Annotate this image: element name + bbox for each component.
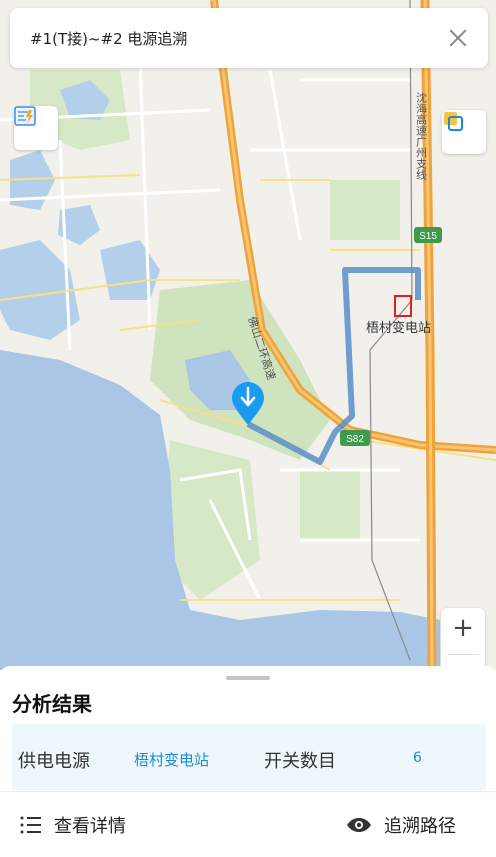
- analysis-panel: 分析结果 供电电源 梧村变电站 开关数目 6 查看详情 追溯路径: [0, 666, 496, 857]
- power-layer-button[interactable]: [14, 106, 58, 150]
- layers-icon: [444, 112, 463, 131]
- zoom-control: +: [441, 608, 485, 670]
- view-details-label: 查看详情: [54, 816, 126, 837]
- road-badge-s82: S82: [340, 430, 370, 446]
- power-layer-icon: [14, 106, 36, 126]
- svg-text:S82: S82: [346, 434, 364, 445]
- list-icon: [20, 816, 41, 834]
- zoom-in-button[interactable]: +: [441, 608, 485, 650]
- switch-count-value[interactable]: 6: [413, 750, 422, 766]
- substation-label: 梧村变电站: [366, 320, 431, 336]
- layer-switch-button[interactable]: [442, 110, 486, 154]
- power-source-label: 供电电源: [18, 751, 90, 772]
- drag-handle[interactable]: [226, 676, 270, 680]
- view-details-button[interactable]: 查看详情: [20, 812, 126, 838]
- close-icon[interactable]: [446, 26, 470, 50]
- trace-path-label: 追溯路径: [384, 816, 456, 837]
- panel-title: 分析结果: [12, 692, 92, 716]
- road-label-shenhai: 沈海高速广州支线: [415, 91, 428, 180]
- switch-count-label: 开关数目: [264, 751, 336, 772]
- page-title: #1(T接)~#2 电源追溯: [30, 29, 188, 48]
- power-source-value[interactable]: 梧村变电站: [134, 749, 209, 770]
- svg-text:S15: S15: [419, 231, 437, 242]
- title-bar: #1(T接)~#2 电源追溯: [10, 8, 488, 68]
- zoom-divider: [447, 654, 479, 655]
- map-canvas: S15 S82 沈海高速广州支线 佛山二环高速 梧村变电站: [0, 0, 496, 670]
- trace-path-button[interactable]: 追溯路径: [346, 812, 456, 838]
- map-view[interactable]: S15 S82 沈海高速广州支线 佛山二环高速 梧村变电站 #1(T接)~#2 …: [0, 0, 496, 670]
- road-badge-s15: S15: [414, 227, 442, 243]
- result-summary: 供电电源 梧村变电站 开关数目 6: [12, 724, 486, 790]
- panel-divider: [0, 791, 496, 792]
- eye-icon: [347, 818, 371, 832]
